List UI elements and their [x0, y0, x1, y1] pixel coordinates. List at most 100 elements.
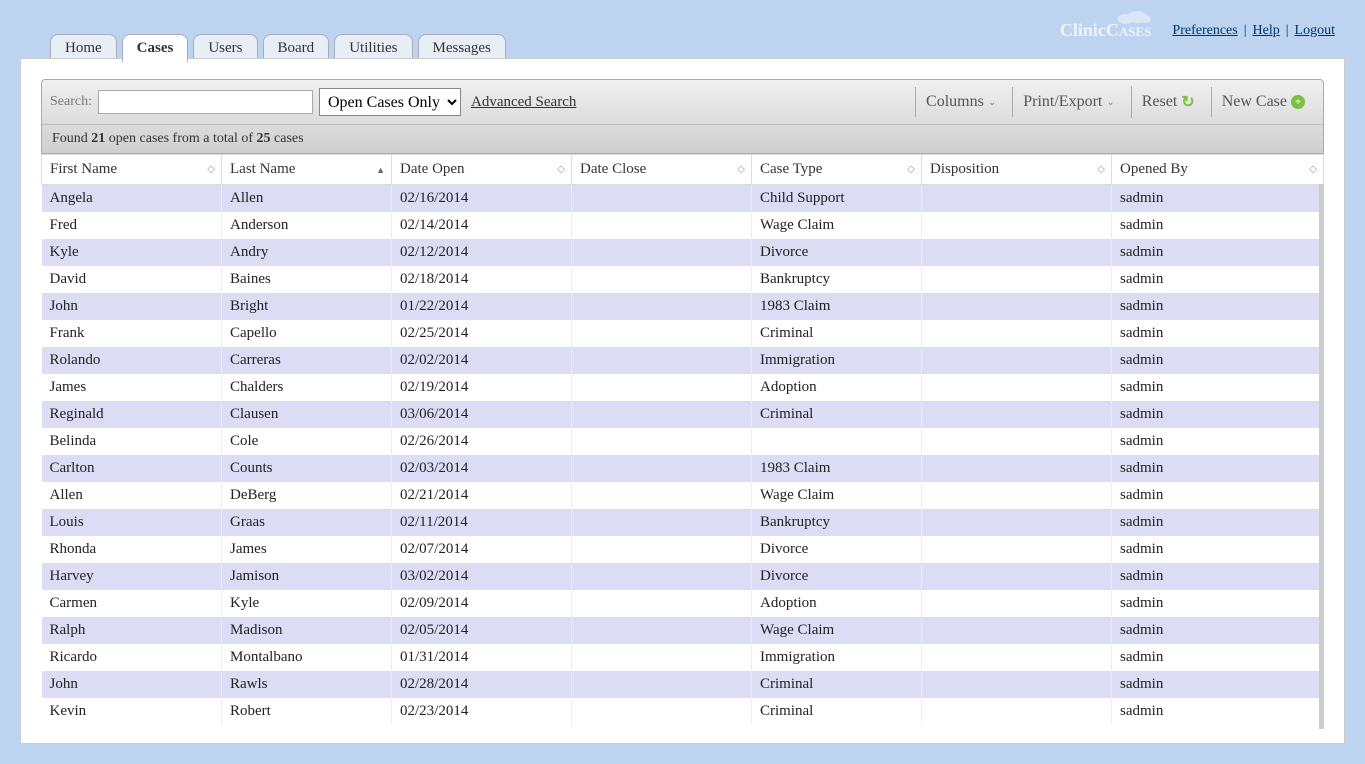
- table-row[interactable]: RhondaJames02/07/2014Divorcesadmin: [42, 536, 1324, 563]
- cell-type: Wage Claim: [752, 212, 922, 239]
- reset-button-label: Reset: [1142, 93, 1178, 111]
- cell-open: 02/23/2014: [392, 698, 572, 725]
- cell-last: Graas: [222, 509, 392, 536]
- cell-close: [572, 617, 752, 644]
- cell-close: [572, 482, 752, 509]
- columns-button-label: Columns: [926, 93, 984, 111]
- table-row[interactable]: JohnBright01/22/20141983 Claimsadmin: [42, 293, 1324, 320]
- cell-last: Chalders: [222, 374, 392, 401]
- cell-type: Wage Claim: [752, 482, 922, 509]
- table-row[interactable]: RalphMadison02/05/2014Wage Claimsadmin: [42, 617, 1324, 644]
- cell-last: Bright: [222, 293, 392, 320]
- cell-by: sadmin: [1112, 536, 1324, 563]
- sort-icon: ◇: [1309, 165, 1317, 175]
- main-panel: Search: Open Cases Only Advanced Search …: [20, 58, 1345, 744]
- table-row[interactable]: ReginaldClausen03/06/2014Criminalsadmin: [42, 401, 1324, 428]
- cell-first: Carlton: [42, 455, 222, 482]
- cell-open: 02/26/2014: [392, 428, 572, 455]
- cell-type: Bankruptcy: [752, 266, 922, 293]
- logout-link[interactable]: Logout: [1295, 23, 1335, 39]
- new-case-button[interactable]: New Case +: [1211, 87, 1315, 117]
- cell-by: sadmin: [1112, 374, 1324, 401]
- column-header-date-close[interactable]: Date Close◇: [572, 155, 752, 185]
- table-row[interactable]: HarveyJamison03/02/2014Divorcesadmin: [42, 563, 1324, 590]
- table-row[interactable]: JohnRawls02/28/2014Criminalsadmin: [42, 671, 1324, 698]
- column-header-date-open[interactable]: Date Open◇: [392, 155, 572, 185]
- column-header-opened-by[interactable]: Opened By◇: [1112, 155, 1324, 185]
- cell-close: [572, 401, 752, 428]
- help-link[interactable]: Help: [1253, 23, 1280, 39]
- table-row[interactable]: FredAnderson02/14/2014Wage Claimsadmin: [42, 212, 1324, 239]
- table-container: First Name◇Last Name▲Date Open◇Date Clos…: [41, 154, 1324, 729]
- column-header-case-type[interactable]: Case Type◇: [752, 155, 922, 185]
- table-row[interactable]: RolandoCarreras02/02/2014Immigrationsadm…: [42, 347, 1324, 374]
- cell-by: sadmin: [1112, 266, 1324, 293]
- table-row[interactable]: LouisGraas02/11/2014Bankruptcysadmin: [42, 509, 1324, 536]
- table-row[interactable]: DavidBaines02/18/2014Bankruptcysadmin: [42, 266, 1324, 293]
- cell-open: 02/07/2014: [392, 536, 572, 563]
- cell-disp: [922, 509, 1112, 536]
- cell-disp: [922, 320, 1112, 347]
- columns-button[interactable]: Columns ⌄: [915, 87, 1006, 117]
- table-row[interactable]: CarmenKyle02/09/2014Adoptionsadmin: [42, 590, 1324, 617]
- cell-open: 02/12/2014: [392, 239, 572, 266]
- sort-asc-icon: ▲: [376, 165, 385, 175]
- cell-close: [572, 455, 752, 482]
- print-export-button[interactable]: Print/Export ⌄: [1012, 87, 1125, 117]
- logo: ClinicCases: [1060, 20, 1152, 41]
- filter-select[interactable]: Open Cases Only: [319, 88, 461, 116]
- cell-disp: [922, 482, 1112, 509]
- cell-open: 03/02/2014: [392, 563, 572, 590]
- column-header-disposition[interactable]: Disposition◇: [922, 155, 1112, 185]
- cell-open: 02/03/2014: [392, 455, 572, 482]
- table-row[interactable]: KevinRobert02/23/2014Criminalsadmin: [42, 698, 1324, 725]
- table-row[interactable]: RicardoMontalbano01/31/2014Immigrationsa…: [42, 644, 1324, 671]
- cell-close: [572, 644, 752, 671]
- cell-last: Counts: [222, 455, 392, 482]
- scrollbar[interactable]: [1319, 184, 1324, 729]
- cell-type: Adoption: [752, 374, 922, 401]
- table-row[interactable]: KyleAndry02/12/2014Divorcesadmin: [42, 239, 1324, 266]
- cell-open: 02/19/2014: [392, 374, 572, 401]
- column-header-last-name[interactable]: Last Name▲: [222, 155, 392, 185]
- cell-type: Criminal: [752, 401, 922, 428]
- cell-last: Cole: [222, 428, 392, 455]
- cell-close: [572, 428, 752, 455]
- cases-table: First Name◇Last Name▲Date Open◇Date Clos…: [41, 154, 1324, 725]
- sort-icon: ◇: [1097, 165, 1105, 175]
- cell-last: James: [222, 536, 392, 563]
- cell-last: Robert: [222, 698, 392, 725]
- cell-type: Divorce: [752, 239, 922, 266]
- cell-disp: [922, 401, 1112, 428]
- cell-type: Adoption: [752, 590, 922, 617]
- table-row[interactable]: AngelaAllen02/16/2014Child Supportsadmin: [42, 185, 1324, 213]
- toolbar: Search: Open Cases Only Advanced Search …: [41, 79, 1324, 154]
- preferences-link[interactable]: Preferences: [1172, 23, 1237, 39]
- table-row[interactable]: FrankCapello02/25/2014Criminalsadmin: [42, 320, 1324, 347]
- cell-by: sadmin: [1112, 617, 1324, 644]
- table-row[interactable]: AllenDeBerg02/21/2014Wage Claimsadmin: [42, 482, 1324, 509]
- column-header-first-name[interactable]: First Name◇: [42, 155, 222, 185]
- reset-button[interactable]: Reset ↻: [1131, 86, 1205, 118]
- cell-disp: [922, 590, 1112, 617]
- cell-first: Rolando: [42, 347, 222, 374]
- tab-cases[interactable]: Cases: [122, 34, 189, 62]
- table-row[interactable]: BelindaCole02/26/2014sadmin: [42, 428, 1324, 455]
- cell-open: 02/21/2014: [392, 482, 572, 509]
- cell-by: sadmin: [1112, 212, 1324, 239]
- cell-by: sadmin: [1112, 509, 1324, 536]
- table-row[interactable]: JamesChalders02/19/2014Adoptionsadmin: [42, 374, 1324, 401]
- cell-type: Child Support: [752, 185, 922, 213]
- cell-close: [572, 266, 752, 293]
- table-row[interactable]: CarltonCounts02/03/20141983 Claimsadmin: [42, 455, 1324, 482]
- cell-close: [572, 536, 752, 563]
- cell-last: Jamison: [222, 563, 392, 590]
- cell-open: 02/18/2014: [392, 266, 572, 293]
- search-input[interactable]: [98, 90, 313, 114]
- advanced-search-link[interactable]: Advanced Search: [471, 94, 576, 111]
- cell-disp: [922, 644, 1112, 671]
- cell-type: Divorce: [752, 536, 922, 563]
- sort-icon: ◇: [557, 165, 565, 175]
- cell-last: Clausen: [222, 401, 392, 428]
- cell-by: sadmin: [1112, 401, 1324, 428]
